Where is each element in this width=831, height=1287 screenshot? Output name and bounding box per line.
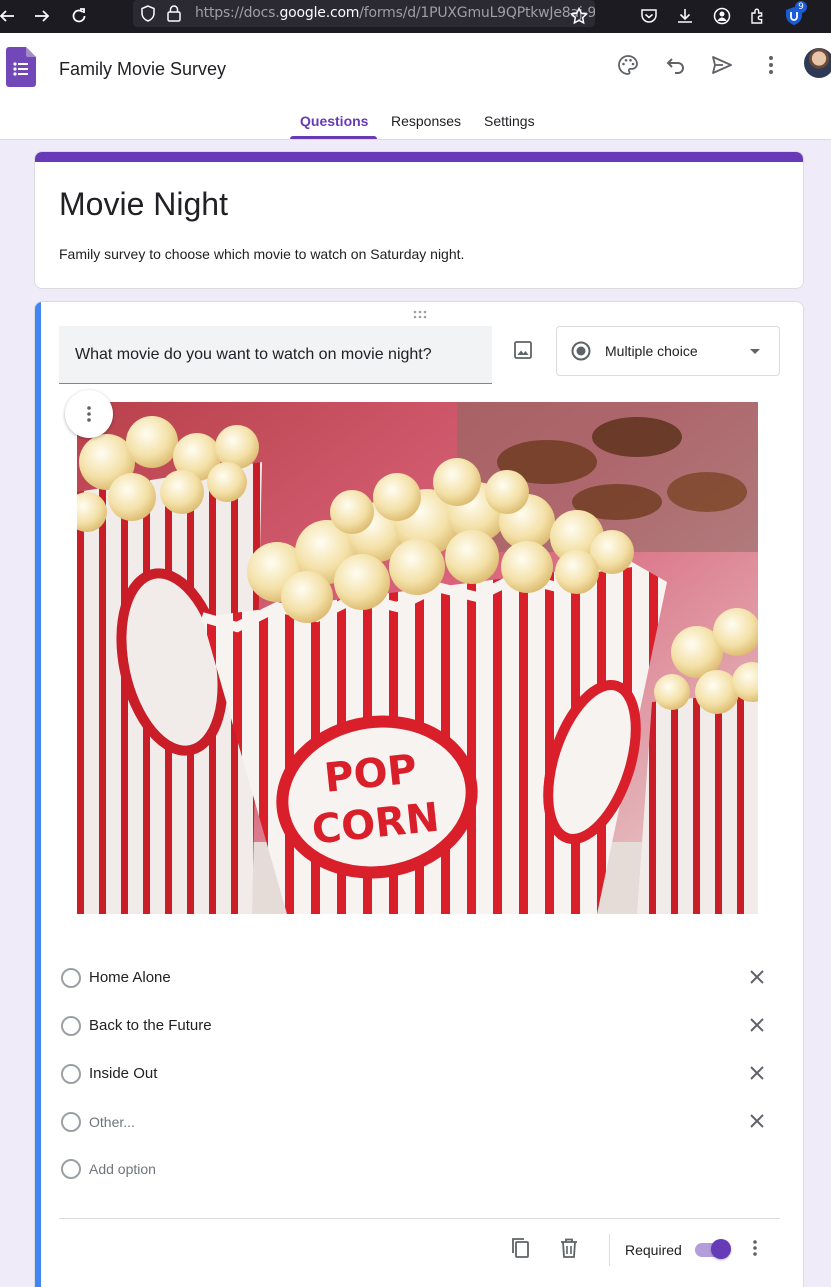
remove-option-icon[interactable] bbox=[745, 1013, 769, 1037]
download-icon[interactable] bbox=[672, 3, 698, 29]
question-title-input[interactable]: What movie do you want to watch on movie… bbox=[59, 326, 492, 384]
user-avatar[interactable] bbox=[804, 48, 831, 78]
svg-text:POP: POP bbox=[322, 746, 419, 801]
form-title[interactable]: Movie Night bbox=[59, 186, 228, 223]
form-tabs: Questions Responses Settings bbox=[0, 105, 831, 140]
radio-circle-icon bbox=[61, 1159, 81, 1179]
radio-circle-icon bbox=[61, 1064, 81, 1084]
active-card-indicator bbox=[35, 302, 41, 1287]
tab-responses[interactable]: Responses bbox=[391, 113, 461, 129]
back-icon[interactable] bbox=[0, 3, 20, 29]
question-text: What movie do you want to watch on movie… bbox=[75, 346, 432, 363]
extension-badge: 9 bbox=[795, 1, 807, 13]
radio-circle-icon bbox=[61, 1112, 81, 1132]
list-item[interactable]: Home Alone bbox=[59, 961, 779, 993]
tab-settings[interactable]: Settings bbox=[484, 113, 535, 129]
more-vert-icon[interactable] bbox=[755, 49, 787, 81]
list-item[interactable]: Inside Out bbox=[59, 1057, 779, 1089]
drag-handle-icon[interactable] bbox=[411, 308, 429, 320]
question-type-dropdown[interactable]: Multiple choice bbox=[556, 326, 780, 376]
question-type-label: Multiple choice bbox=[605, 343, 698, 359]
option-label[interactable]: Home Alone bbox=[89, 969, 171, 986]
remove-option-icon[interactable] bbox=[745, 965, 769, 989]
url-bar[interactable]: https://docs.google.com/forms/d/1PUXGmuL… bbox=[133, 0, 595, 27]
footer-separator bbox=[609, 1234, 610, 1266]
tab-questions[interactable]: Questions bbox=[300, 113, 368, 129]
form-description[interactable]: Family survey to choose which movie to w… bbox=[59, 246, 464, 262]
list-item[interactable]: Back to the Future bbox=[59, 1009, 779, 1041]
undo-icon[interactable] bbox=[660, 49, 692, 81]
dropdown-arrow-icon bbox=[750, 349, 760, 354]
question-card[interactable]: What movie do you want to watch on movie… bbox=[34, 301, 804, 1287]
duplicate-icon[interactable] bbox=[508, 1236, 532, 1260]
bookmark-star-icon[interactable] bbox=[566, 3, 592, 29]
add-option-label[interactable]: Add option bbox=[89, 1161, 156, 1177]
google-forms-logo-icon[interactable] bbox=[6, 47, 36, 87]
document-title[interactable]: Family Movie Survey bbox=[59, 59, 226, 80]
radio-circle-icon bbox=[61, 1016, 81, 1036]
extensions-icon[interactable] bbox=[745, 3, 771, 29]
question-image[interactable]: POP CORN bbox=[77, 402, 758, 914]
lock-icon[interactable] bbox=[166, 4, 182, 27]
required-toggle-knob[interactable] bbox=[711, 1239, 731, 1259]
palette-icon[interactable] bbox=[612, 49, 644, 81]
remove-option-icon[interactable] bbox=[745, 1061, 769, 1085]
title-card-accent bbox=[35, 152, 803, 162]
footer-divider bbox=[59, 1218, 780, 1219]
url-text: https://docs.google.com/forms/d/1PUXGmuL… bbox=[195, 5, 595, 21]
app-header: Family Movie Survey Questions Responses … bbox=[0, 33, 831, 140]
image-options-button[interactable] bbox=[65, 390, 113, 438]
radio-circle-icon bbox=[61, 968, 81, 988]
remove-option-icon[interactable] bbox=[745, 1109, 769, 1133]
browser-toolbar: https://docs.google.com/forms/d/1PUXGmuL… bbox=[0, 0, 831, 33]
account-icon[interactable] bbox=[709, 3, 735, 29]
radio-button-icon bbox=[571, 341, 591, 361]
form-title-card[interactable]: Movie Night Family survey to choose whic… bbox=[34, 151, 804, 289]
other-option[interactable]: Other... bbox=[59, 1105, 779, 1137]
option-label[interactable]: Inside Out bbox=[89, 1065, 157, 1082]
option-label[interactable]: Other... bbox=[89, 1114, 135, 1130]
shield-icon[interactable] bbox=[140, 5, 156, 27]
add-image-icon[interactable] bbox=[509, 336, 537, 364]
send-icon[interactable] bbox=[706, 49, 738, 81]
forward-icon[interactable] bbox=[29, 3, 55, 29]
shield-extension-icon[interactable]: 9 bbox=[781, 1, 807, 29]
more-vert-icon[interactable] bbox=[743, 1236, 767, 1260]
active-tab-indicator bbox=[290, 136, 377, 139]
pocket-icon[interactable] bbox=[636, 3, 662, 29]
option-label[interactable]: Back to the Future bbox=[89, 1017, 212, 1034]
delete-icon[interactable] bbox=[557, 1236, 581, 1260]
add-option[interactable]: Add option bbox=[59, 1152, 779, 1184]
required-label: Required bbox=[625, 1242, 682, 1258]
reload-icon[interactable] bbox=[66, 3, 92, 29]
